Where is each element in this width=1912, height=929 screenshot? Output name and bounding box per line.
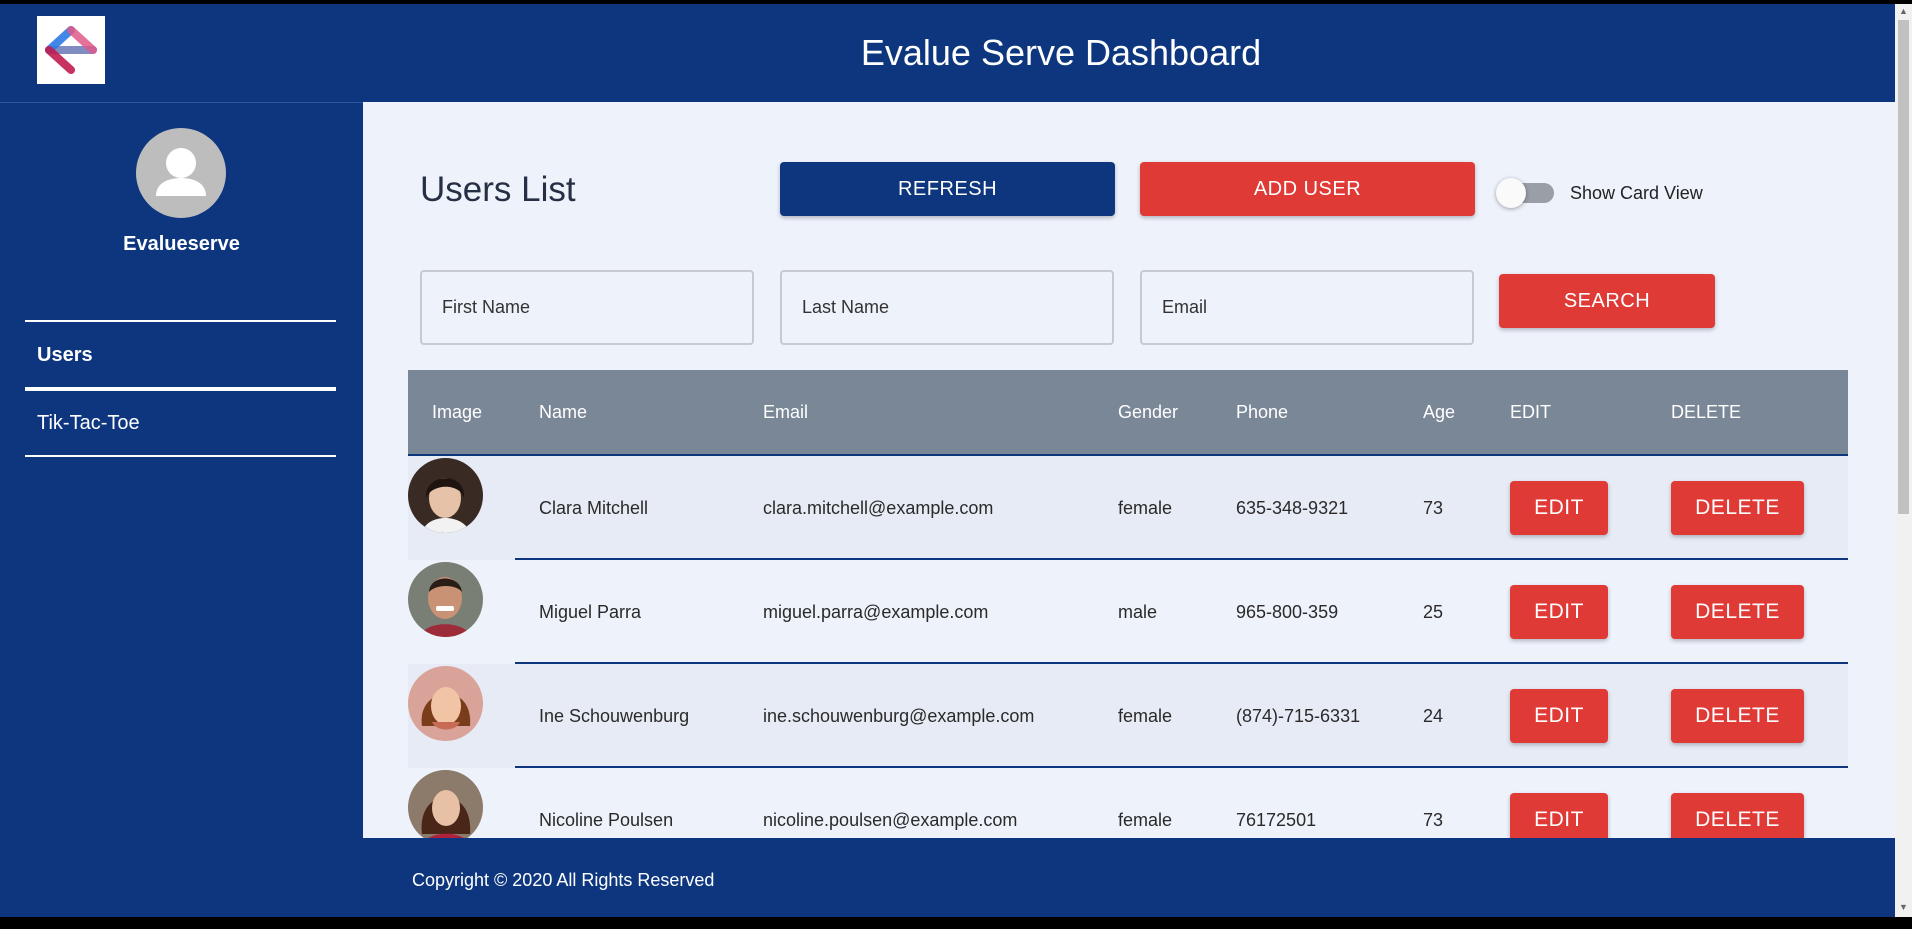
column-header-edit: EDIT xyxy=(1510,402,1552,422)
toggle-knob[interactable] xyxy=(1496,178,1526,208)
user-gender: male xyxy=(1118,602,1158,622)
delete-button[interactable]: DELETE xyxy=(1671,585,1804,639)
user-phone: 635-348-9321 xyxy=(1236,498,1349,518)
user-age: 73 xyxy=(1423,498,1444,518)
first-name-field[interactable] xyxy=(420,270,754,345)
scroll-down-icon[interactable]: ▼ xyxy=(1899,902,1908,912)
user-name: Miguel Parra xyxy=(539,602,642,622)
column-header-image: Image xyxy=(432,402,483,422)
refresh-button[interactable]: REFRESH xyxy=(780,162,1115,216)
user-gender: female xyxy=(1118,498,1173,518)
app-window: Evalue Serve Dashboard Evalueserve Users… xyxy=(0,4,1895,917)
edit-button[interactable]: EDIT xyxy=(1510,481,1608,535)
users-table: Image Name Email Gender Phone Age EDIT D… xyxy=(408,370,1848,872)
user-email: miguel.parra@example.com xyxy=(763,602,989,622)
column-header-gender: Gender xyxy=(1118,402,1179,422)
search-button[interactable]: SEARCH xyxy=(1499,274,1715,328)
user-phone: 76172501 xyxy=(1236,810,1317,830)
user-gender: female xyxy=(1118,706,1173,726)
profile-name: Evalueserve xyxy=(123,233,240,255)
table-header: Image Name Email Gender Phone Age EDIT D… xyxy=(408,370,1848,456)
user-name: Clara Mitchell xyxy=(539,498,649,518)
delete-button[interactable]: DELETE xyxy=(1671,689,1804,743)
vertical-scrollbar[interactable]: ▲ ▼ xyxy=(1895,4,1912,917)
column-header-name: Name xyxy=(539,402,588,422)
user-email: ine.schouwenburg@example.com xyxy=(763,706,1035,726)
email-input[interactable] xyxy=(1142,272,1472,343)
scroll-up-icon[interactable]: ▲ xyxy=(1899,6,1908,16)
user-photo xyxy=(408,458,483,533)
user-age: 24 xyxy=(1423,706,1444,726)
user-icon xyxy=(156,148,206,196)
scrollbar-thumb[interactable] xyxy=(1898,20,1909,514)
edit-button[interactable]: EDIT xyxy=(1510,689,1608,743)
user-phone: (874)-715-6331 xyxy=(1236,706,1361,726)
user-phone: 965-800-359 xyxy=(1236,602,1339,622)
toggle-label: Show Card View xyxy=(1570,183,1703,203)
dashboard-title: Evalue Serve Dashboard xyxy=(860,32,1262,73)
sidebar-item-tik-tac-toe[interactable]: Tik-Tac-Toe xyxy=(37,412,140,435)
page-title: Users List xyxy=(420,170,576,209)
email-field[interactable] xyxy=(1140,270,1474,345)
user-email: clara.mitchell@example.com xyxy=(763,498,994,518)
table-row: Ine Schouwenburg ine.schouwenburg@exampl… xyxy=(408,664,1848,768)
sidebar: Evalueserve Users Tik-Tac-Toe xyxy=(0,102,363,917)
nav-divider xyxy=(25,320,336,322)
user-age: 73 xyxy=(1423,810,1444,830)
user-photo xyxy=(408,770,483,845)
nav-active-indicator xyxy=(25,387,336,391)
last-name-field[interactable] xyxy=(780,270,1114,345)
footer: Copyright © 2020 All Rights Reserved xyxy=(363,838,1895,917)
edit-button[interactable]: EDIT xyxy=(1510,585,1608,639)
column-header-age: Age xyxy=(1423,402,1456,422)
table-row: Miguel Parra miguel.parra@example.com ma… xyxy=(408,560,1848,664)
copyright-text: Copyright © 2020 All Rights Reserved xyxy=(412,870,715,890)
last-name-input[interactable] xyxy=(782,272,1112,343)
user-name: Ine Schouwenburg xyxy=(539,706,690,726)
user-email: nicoline.poulsen@example.com xyxy=(763,810,1018,830)
sidebar-item-users[interactable]: Users xyxy=(37,344,93,367)
top-bar: Evalue Serve Dashboard xyxy=(0,4,1895,102)
user-photo xyxy=(408,562,483,637)
user-age: 25 xyxy=(1423,602,1444,622)
nav-divider xyxy=(25,455,336,457)
first-name-input[interactable] xyxy=(422,272,752,343)
delete-button[interactable]: DELETE xyxy=(1671,481,1804,535)
avatar xyxy=(136,128,226,218)
user-name: Nicoline Poulsen xyxy=(539,810,674,830)
user-gender: female xyxy=(1118,810,1173,830)
table-row: Clara Mitchell clara.mitchell@example.co… xyxy=(408,456,1848,560)
add-user-button[interactable]: ADD USER xyxy=(1140,162,1475,216)
column-header-phone: Phone xyxy=(1236,402,1289,422)
user-photo xyxy=(408,666,483,741)
column-header-delete: DELETE xyxy=(1671,402,1742,422)
column-header-email: Email xyxy=(763,402,809,422)
